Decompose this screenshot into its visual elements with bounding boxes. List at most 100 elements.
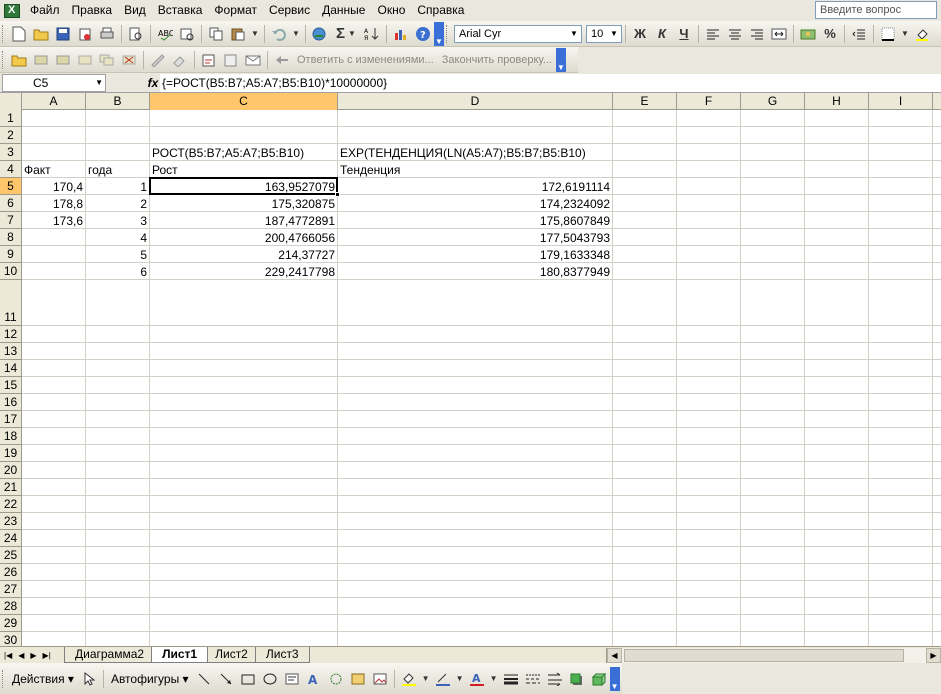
fill-color-icon[interactable] xyxy=(911,23,933,45)
shadow-style-icon[interactable] xyxy=(566,668,588,690)
row-header-29[interactable]: 29 xyxy=(0,615,22,632)
row-header-22[interactable]: 22 xyxy=(0,496,22,513)
italic-button[interactable]: К xyxy=(651,23,673,45)
paste-dropdown-icon[interactable]: ▼ xyxy=(249,23,261,45)
cell-c3[interactable]: РОСТ(B5:B7;A5:A7;B5:B10) xyxy=(150,144,306,161)
underline-button[interactable]: Ч xyxy=(673,23,695,45)
toolbar-grip[interactable] xyxy=(446,24,449,43)
percent-style-button[interactable]: % xyxy=(819,23,841,45)
menu-tools[interactable]: Сервис xyxy=(263,0,316,21)
sheet-tab-2[interactable]: Лист1 xyxy=(151,647,209,663)
cell-a4[interactable]: Факт xyxy=(22,161,53,178)
align-center-icon[interactable] xyxy=(724,23,746,45)
column-header-b[interactable]: B xyxy=(86,93,150,110)
ask-question-input[interactable]: Введите вопрос xyxy=(815,1,937,19)
column-header-f[interactable]: F xyxy=(677,93,741,110)
scroll-right-icon[interactable]: ▶ xyxy=(926,648,941,663)
bold-button[interactable]: Ж xyxy=(629,23,651,45)
cell-c6[interactable]: 175,320875 xyxy=(150,195,337,212)
font-name-select[interactable]: Arial Cyr ▼ xyxy=(454,24,582,43)
3d-style-icon[interactable] xyxy=(588,668,610,690)
row-header-1[interactable]: 1 xyxy=(0,110,22,127)
menu-format[interactable]: Формат xyxy=(208,0,263,21)
column-header-e[interactable]: E xyxy=(613,93,677,110)
cell-d9[interactable]: 179,1633348 xyxy=(338,246,612,263)
chart-wizard-icon[interactable] xyxy=(390,23,412,45)
paste-icon[interactable] xyxy=(227,23,249,45)
prev-sheet-icon[interactable]: ◀ xyxy=(18,651,24,660)
highlight-icon[interactable] xyxy=(147,49,169,71)
protect-sheet-icon[interactable] xyxy=(220,49,242,71)
arrow-style-icon[interactable] xyxy=(544,668,566,690)
arrow-icon[interactable] xyxy=(215,668,237,690)
insert-function-icon[interactable]: fx xyxy=(146,76,160,90)
cell-b4[interactable]: года xyxy=(86,161,114,178)
row-header-20[interactable]: 20 xyxy=(0,462,22,479)
sheet-tab-4[interactable]: Лист3 xyxy=(254,647,310,663)
line-style-icon[interactable] xyxy=(500,668,522,690)
select-objects-icon[interactable] xyxy=(78,668,100,690)
row-header-27[interactable]: 27 xyxy=(0,581,22,598)
print-icon[interactable] xyxy=(96,23,118,45)
dash-style-icon[interactable] xyxy=(522,668,544,690)
permission-icon[interactable] xyxy=(74,23,96,45)
excel-app-icon[interactable] xyxy=(4,3,20,18)
menu-data[interactable]: Данные xyxy=(316,0,371,21)
borders-icon[interactable] xyxy=(877,23,899,45)
show-all-comments-icon[interactable] xyxy=(96,49,118,71)
borders-dropdown-icon[interactable]: ▼ xyxy=(899,23,911,45)
column-header-h[interactable]: H xyxy=(805,93,869,110)
column-header-c[interactable]: C xyxy=(150,93,338,110)
spelling-icon[interactable]: ABC xyxy=(154,23,176,45)
show-comment-icon[interactable] xyxy=(74,49,96,71)
first-sheet-icon[interactable]: |◀ xyxy=(4,651,12,660)
row-header-23[interactable]: 23 xyxy=(0,513,22,530)
column-header-g[interactable]: G xyxy=(741,93,805,110)
row-header-19[interactable]: 19 xyxy=(0,445,22,462)
sheet-tab-3[interactable]: Лист2 xyxy=(204,647,259,663)
row-header-5[interactable]: 5 xyxy=(0,178,22,195)
currency-format-icon[interactable] xyxy=(797,23,819,45)
column-header-i[interactable]: I xyxy=(869,93,933,110)
row-header-25[interactable]: 25 xyxy=(0,547,22,564)
menu-window[interactable]: Окно xyxy=(371,0,411,21)
scroll-left-icon[interactable]: ◀ xyxy=(607,648,622,663)
autosum-button[interactable]: Σ ▼ xyxy=(331,23,361,45)
chevron-down-icon[interactable]: ▼ xyxy=(608,27,620,41)
cell-d10[interactable]: 180,8377949 xyxy=(338,263,612,280)
toolbar-options-chevron-icon[interactable]: ▼ xyxy=(556,47,566,72)
save-icon[interactable] xyxy=(52,23,74,45)
cell-c4[interactable]: Рост xyxy=(150,161,180,178)
font-color-dropdown-icon[interactable]: ▼ xyxy=(488,668,500,690)
toolbar-grip[interactable] xyxy=(2,669,5,688)
send-mail-icon[interactable] xyxy=(242,49,264,71)
sheet-tab-1[interactable]: Диаграмма2 xyxy=(64,647,156,663)
cell-d5[interactable]: 172,6191114 xyxy=(338,178,612,195)
print-preview-icon[interactable] xyxy=(125,23,147,45)
hyperlink-icon[interactable] xyxy=(309,23,331,45)
column-header-a[interactable]: A xyxy=(22,93,86,110)
clip-art-icon[interactable] xyxy=(347,668,369,690)
sort-ascending-icon[interactable]: AЯ xyxy=(361,23,383,45)
rectangle-icon[interactable] xyxy=(237,668,259,690)
toolbar-grip[interactable] xyxy=(2,24,5,43)
cell-c8[interactable]: 200,4766056 xyxy=(150,229,337,246)
last-sheet-icon[interactable]: ▶| xyxy=(43,651,51,660)
cell-b8[interactable]: 4 xyxy=(86,229,149,246)
row-header-21[interactable]: 21 xyxy=(0,479,22,496)
row-header-6[interactable]: 6 xyxy=(0,195,22,212)
help-icon[interactable]: ? xyxy=(412,23,434,45)
row-header-16[interactable]: 16 xyxy=(0,394,22,411)
row-header-18[interactable]: 18 xyxy=(0,428,22,445)
diagram-icon[interactable] xyxy=(325,668,347,690)
text-box-icon[interactable] xyxy=(281,668,303,690)
fill-color-icon[interactable] xyxy=(398,668,420,690)
align-left-icon[interactable] xyxy=(702,23,724,45)
cell-d4[interactable]: Тенденция xyxy=(338,161,402,178)
fill-handle[interactable] xyxy=(335,192,340,197)
font-color-icon[interactable]: A xyxy=(466,668,488,690)
autoshapes-menu[interactable]: Автофигуры ▾ xyxy=(107,672,193,686)
formula-input[interactable]: {=РОСТ(B5:B7;A5:A7;B5:B10)*10000000} xyxy=(160,73,941,92)
track-changes-icon[interactable] xyxy=(198,49,220,71)
row-header-4[interactable]: 4 xyxy=(0,161,22,178)
